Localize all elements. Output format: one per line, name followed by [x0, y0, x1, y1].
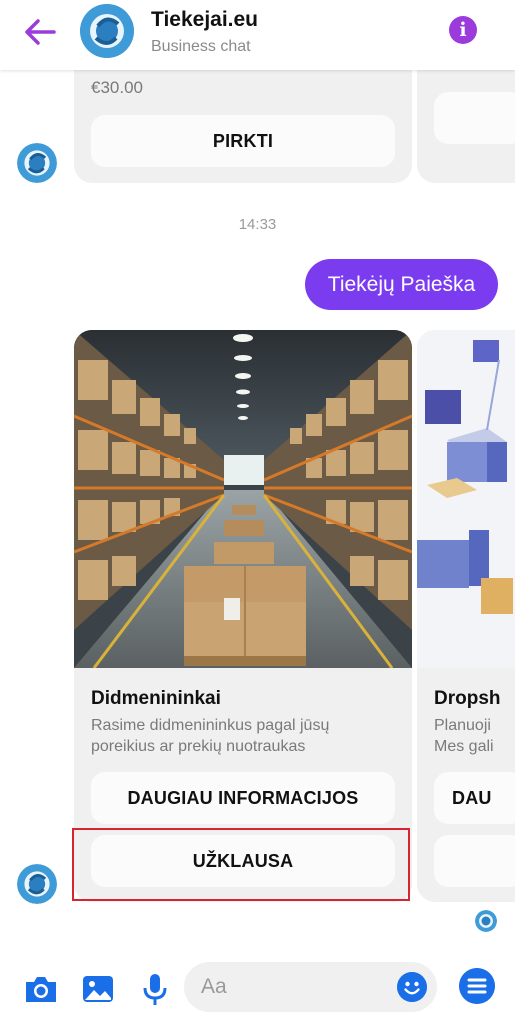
product-price: €30.00: [91, 78, 143, 97]
card-description: Planuoji Mes gali: [434, 717, 494, 755]
carousel-card-dropshipping: Dropsh Planuoji Mes gali DAU: [417, 330, 515, 902]
camera-icon[interactable]: [22, 970, 60, 1008]
back-arrow-icon[interactable]: [22, 16, 58, 48]
composer-bar: Aa: [0, 950, 515, 1024]
warehouse-image[interactable]: [74, 330, 412, 668]
business-logo-icon: [80, 4, 134, 58]
timestamp: 14:33: [238, 216, 277, 233]
more-info-button[interactable]: DAU: [434, 772, 515, 824]
more-info-button[interactable]: DAUGIAU INFORMACIJOS: [91, 772, 395, 824]
business-logo-icon: [17, 864, 57, 904]
microphone-icon[interactable]: [136, 970, 174, 1008]
card-title: Didmenininkai: [91, 688, 221, 709]
seen-receipt-avatar: [475, 910, 497, 932]
menu-icon[interactable]: [459, 968, 495, 1004]
highlight-box: [72, 828, 410, 901]
gallery-icon[interactable]: [79, 970, 117, 1008]
carousel-card-wholesalers: Didmenininkai Rasime didmenininkus pagal…: [74, 330, 412, 902]
business-logo-icon: [17, 143, 57, 183]
card-title: Dropsh: [434, 688, 501, 709]
buy-button-next[interactable]: [434, 92, 515, 144]
info-icon[interactable]: i: [449, 16, 477, 44]
sender-avatar[interactable]: [17, 143, 57, 183]
message-placeholder: Aa: [201, 975, 227, 998]
dropshipping-image[interactable]: [417, 330, 515, 668]
inquiry-button[interactable]: [434, 835, 515, 887]
business-avatar[interactable]: [80, 4, 134, 58]
chat-title[interactable]: Tiekejai.eu: [151, 8, 258, 32]
message-input[interactable]: Aa: [184, 962, 437, 1012]
buy-button[interactable]: PIRKTI: [91, 115, 395, 167]
emoji-icon[interactable]: [397, 972, 427, 1002]
chat-header: Tiekejai.eu Business chat i: [0, 0, 515, 70]
sent-message-bubble[interactable]: Tiekėjų Paieška: [305, 259, 498, 310]
chat-subtitle: Business chat: [151, 38, 251, 55]
card-description: Rasime didmenininkus pagal jūsų poreikiu…: [91, 717, 330, 755]
sender-avatar[interactable]: [17, 864, 57, 904]
business-logo-icon: [475, 910, 497, 932]
